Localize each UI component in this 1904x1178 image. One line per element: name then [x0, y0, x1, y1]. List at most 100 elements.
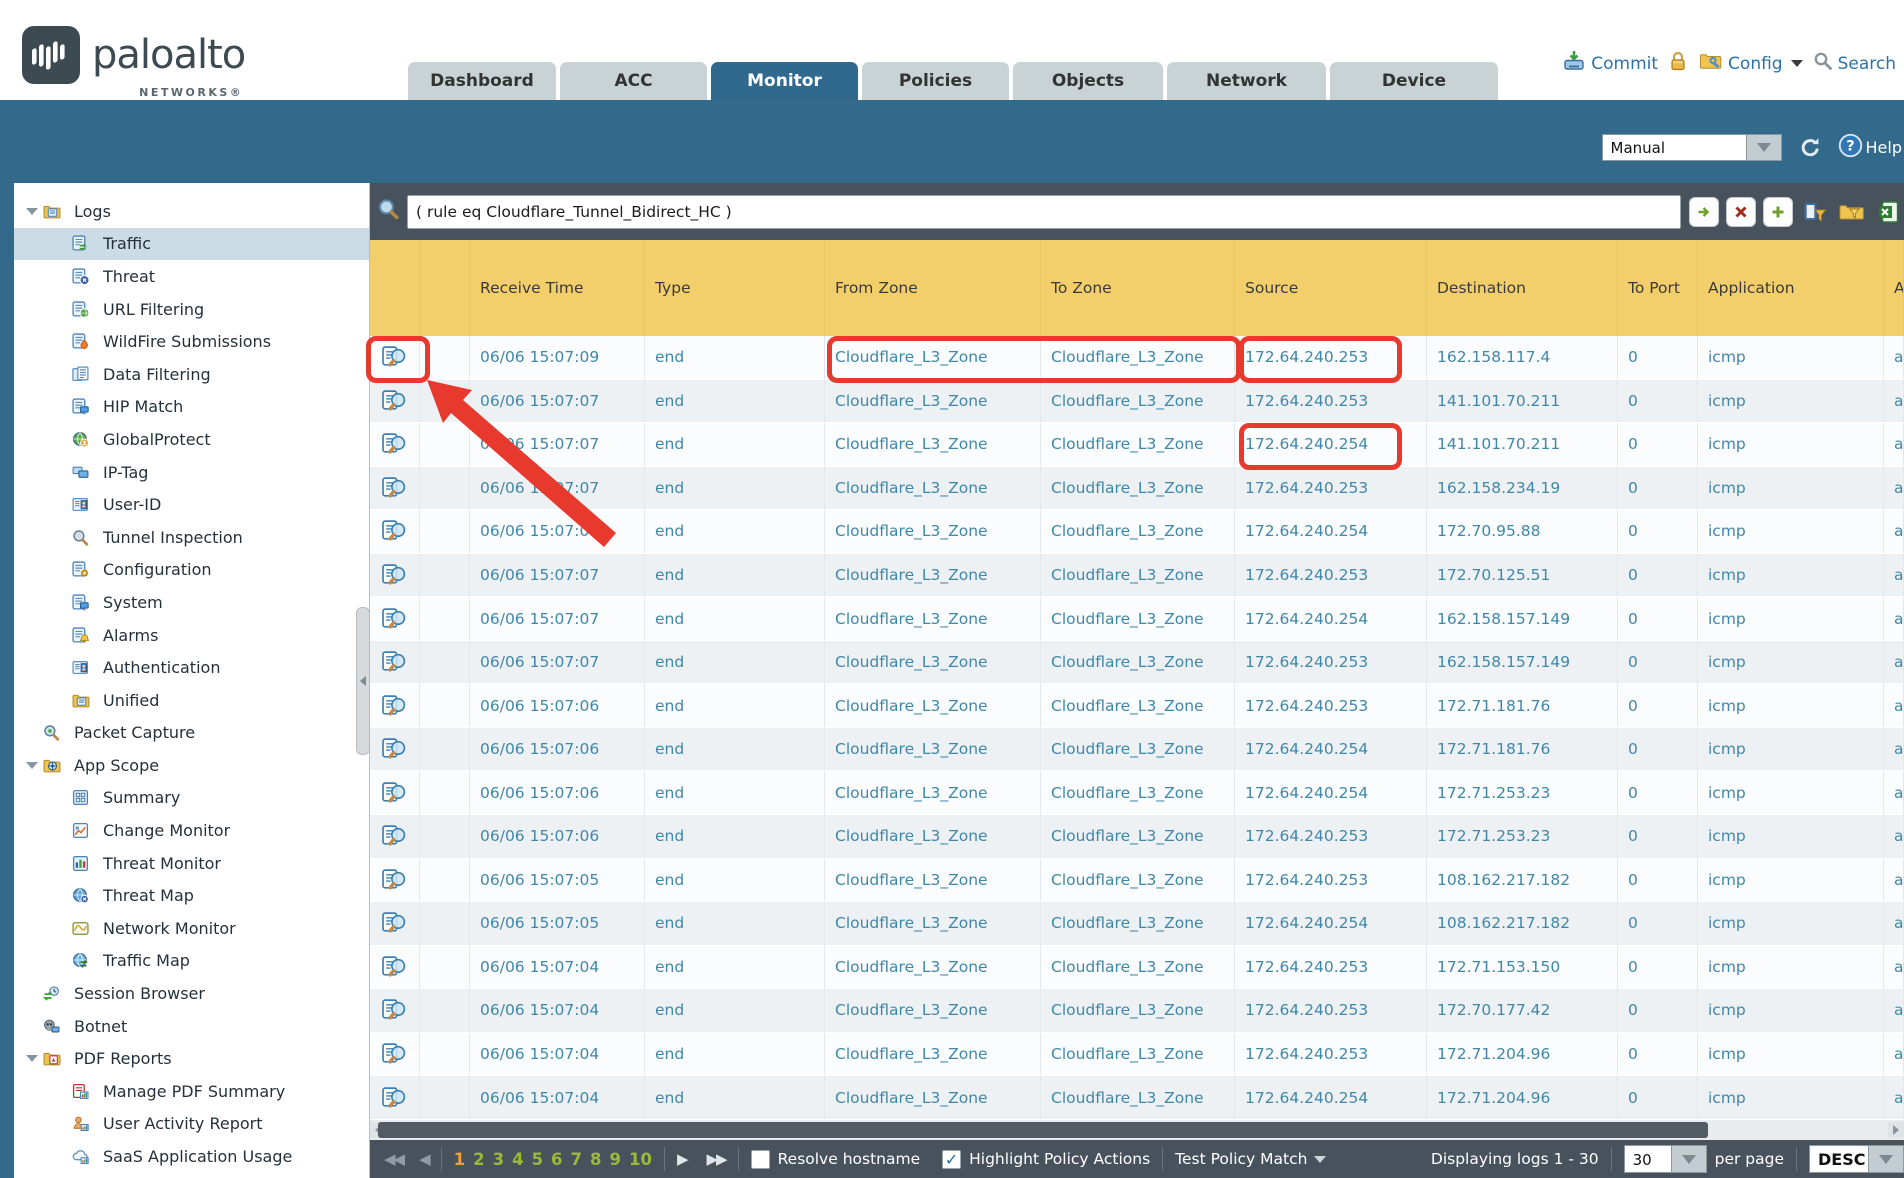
cell-receive-time[interactable]: 06/06 15:07:04 [470, 1033, 645, 1076]
log-detail-icon[interactable] [370, 336, 420, 379]
cell-to-port[interactable]: 0 [1618, 380, 1698, 423]
cell-application[interactable]: icmp [1698, 815, 1884, 858]
sidebar-collapse-handle[interactable] [356, 607, 370, 755]
cell-to-zone[interactable]: Cloudflare_L3_Zone [1041, 815, 1235, 858]
log-detail-icon[interactable] [370, 902, 420, 945]
cell-type[interactable]: end [645, 1033, 825, 1076]
cell-to-port[interactable]: 0 [1618, 597, 1698, 640]
sidebar-item-user-activity-report[interactable]: User Activity Report [14, 1108, 369, 1141]
cell-source[interactable]: 172.64.240.253 [1235, 989, 1427, 1032]
column-header-source[interactable]: Source [1235, 240, 1427, 336]
tab-monitor[interactable]: Monitor [711, 62, 858, 100]
cell-receive-time[interactable]: 06/06 15:07:05 [470, 902, 645, 945]
cell-receive-time[interactable]: 06/06 15:07:04 [470, 989, 645, 1032]
cell-receive-time[interactable]: 06/06 15:07:07 [470, 641, 645, 684]
load-filter-icon[interactable] [1837, 198, 1867, 226]
sort-order-select[interactable]: DESC [1809, 1145, 1904, 1173]
cell-receive-time[interactable]: 06/06 15:07:07 [470, 597, 645, 640]
column-header-action[interactable]: A [1884, 240, 1904, 336]
sidebar-item-alarms[interactable]: Alarms [14, 619, 369, 652]
cell-action[interactable]: a [1884, 902, 1904, 945]
cell-from-zone[interactable]: Cloudflare_L3_Zone [825, 684, 1041, 727]
cell-source[interactable]: 172.64.240.253 [1235, 554, 1427, 597]
cell-action[interactable]: a [1884, 859, 1904, 902]
clear-filter-button[interactable] [1726, 197, 1756, 227]
cell-source[interactable]: 172.64.240.254 [1235, 1076, 1427, 1119]
cell-action[interactable]: a [1884, 510, 1904, 553]
page-number-6[interactable]: 6 [551, 1150, 562, 1169]
cell-application[interactable]: icmp [1698, 1033, 1884, 1076]
log-detail-icon[interactable] [370, 380, 420, 423]
refresh-interval-dropdown-button[interactable] [1747, 134, 1782, 161]
lock-icon[interactable] [1668, 50, 1688, 77]
cell-type[interactable]: end [645, 641, 825, 684]
sidebar-item-summary[interactable]: Summary [14, 782, 369, 815]
cell-destination[interactable]: 108.162.217.182 [1427, 859, 1618, 902]
cell-destination[interactable]: 172.71.181.76 [1427, 684, 1618, 727]
cell-application[interactable]: icmp [1698, 902, 1884, 945]
cell-action[interactable]: a [1884, 336, 1904, 379]
cell-type[interactable]: end [645, 467, 825, 510]
cell-receive-time[interactable]: 06/06 15:07:04 [470, 946, 645, 989]
page-number-4[interactable]: 4 [512, 1150, 523, 1169]
cell-from-zone[interactable]: Cloudflare_L3_Zone [825, 728, 1041, 771]
global-search-button[interactable]: Search [1813, 51, 1896, 76]
first-page-button[interactable] [384, 1150, 403, 1168]
column-header-to-zone[interactable]: To Zone [1041, 240, 1235, 336]
cell-to-port[interactable]: 0 [1618, 1076, 1698, 1119]
cell-application[interactable]: icmp [1698, 510, 1884, 553]
cell-type[interactable]: end [645, 336, 825, 379]
cell-action[interactable]: a [1884, 423, 1904, 466]
cell-source[interactable]: 172.64.240.253 [1235, 815, 1427, 858]
sidebar-item-saas-application-usage[interactable]: SaaS Application Usage [14, 1140, 369, 1173]
cell-receive-time[interactable]: 06/06 15:07:06 [470, 815, 645, 858]
cell-destination[interactable]: 172.71.181.76 [1427, 728, 1618, 771]
cell-action[interactable]: a [1884, 728, 1904, 771]
sidebar-item-system[interactable]: System [14, 586, 369, 619]
cell-from-zone[interactable]: Cloudflare_L3_Zone [825, 554, 1041, 597]
help-link[interactable]: ? Help [1838, 133, 1902, 162]
log-detail-icon[interactable] [370, 946, 420, 989]
page-number-5[interactable]: 5 [532, 1150, 543, 1169]
cell-to-port[interactable]: 0 [1618, 467, 1698, 510]
column-header-type[interactable]: Type [645, 240, 825, 336]
cell-from-zone[interactable]: Cloudflare_L3_Zone [825, 641, 1041, 684]
log-detail-icon[interactable] [370, 1076, 420, 1119]
cell-to-zone[interactable]: Cloudflare_L3_Zone [1041, 1076, 1235, 1119]
cell-receive-time[interactable]: 06/06 15:07:07 [470, 423, 645, 466]
cell-from-zone[interactable]: Cloudflare_L3_Zone [825, 1076, 1041, 1119]
page-number-8[interactable]: 8 [590, 1150, 601, 1169]
log-detail-icon[interactable] [370, 467, 420, 510]
cell-source[interactable]: 172.64.240.253 [1235, 946, 1427, 989]
cell-receive-time[interactable]: 06/06 15:07:07 [470, 380, 645, 423]
cell-source[interactable]: 172.64.240.254 [1235, 423, 1427, 466]
cell-to-zone[interactable]: Cloudflare_L3_Zone [1041, 902, 1235, 945]
page-number-1[interactable]: 1 [454, 1150, 465, 1169]
cell-from-zone[interactable]: Cloudflare_L3_Zone [825, 510, 1041, 553]
log-filter-input[interactable] [407, 195, 1681, 229]
column-header-to-port[interactable]: To Port [1618, 240, 1698, 336]
cell-to-zone[interactable]: Cloudflare_L3_Zone [1041, 1033, 1235, 1076]
prev-page-button[interactable] [419, 1150, 429, 1168]
cell-type[interactable]: end [645, 684, 825, 727]
cell-application[interactable]: icmp [1698, 467, 1884, 510]
cell-from-zone[interactable]: Cloudflare_L3_Zone [825, 989, 1041, 1032]
cell-receive-time[interactable]: 06/06 15:07:07 [470, 554, 645, 597]
cell-destination[interactable]: 162.158.234.19 [1427, 467, 1618, 510]
tab-dashboard[interactable]: Dashboard [408, 62, 556, 100]
cell-application[interactable]: icmp [1698, 641, 1884, 684]
cell-type[interactable]: end [645, 510, 825, 553]
sidebar-item-authentication[interactable]: Authentication [14, 651, 369, 684]
cell-from-zone[interactable]: Cloudflare_L3_Zone [825, 815, 1041, 858]
commit-button[interactable]: Commit [1562, 50, 1658, 77]
cell-to-port[interactable]: 0 [1618, 554, 1698, 597]
page-number-7[interactable]: 7 [571, 1150, 582, 1169]
cell-destination[interactable]: 162.158.157.149 [1427, 597, 1618, 640]
cell-source[interactable]: 172.64.240.254 [1235, 771, 1427, 814]
cell-source[interactable]: 172.64.240.253 [1235, 859, 1427, 902]
cell-destination[interactable]: 162.158.117.4 [1427, 336, 1618, 379]
expander-triangle-icon[interactable] [26, 208, 43, 215]
last-page-button[interactable] [707, 1150, 726, 1168]
cell-type[interactable]: end [645, 554, 825, 597]
tab-device[interactable]: Device [1330, 62, 1498, 100]
